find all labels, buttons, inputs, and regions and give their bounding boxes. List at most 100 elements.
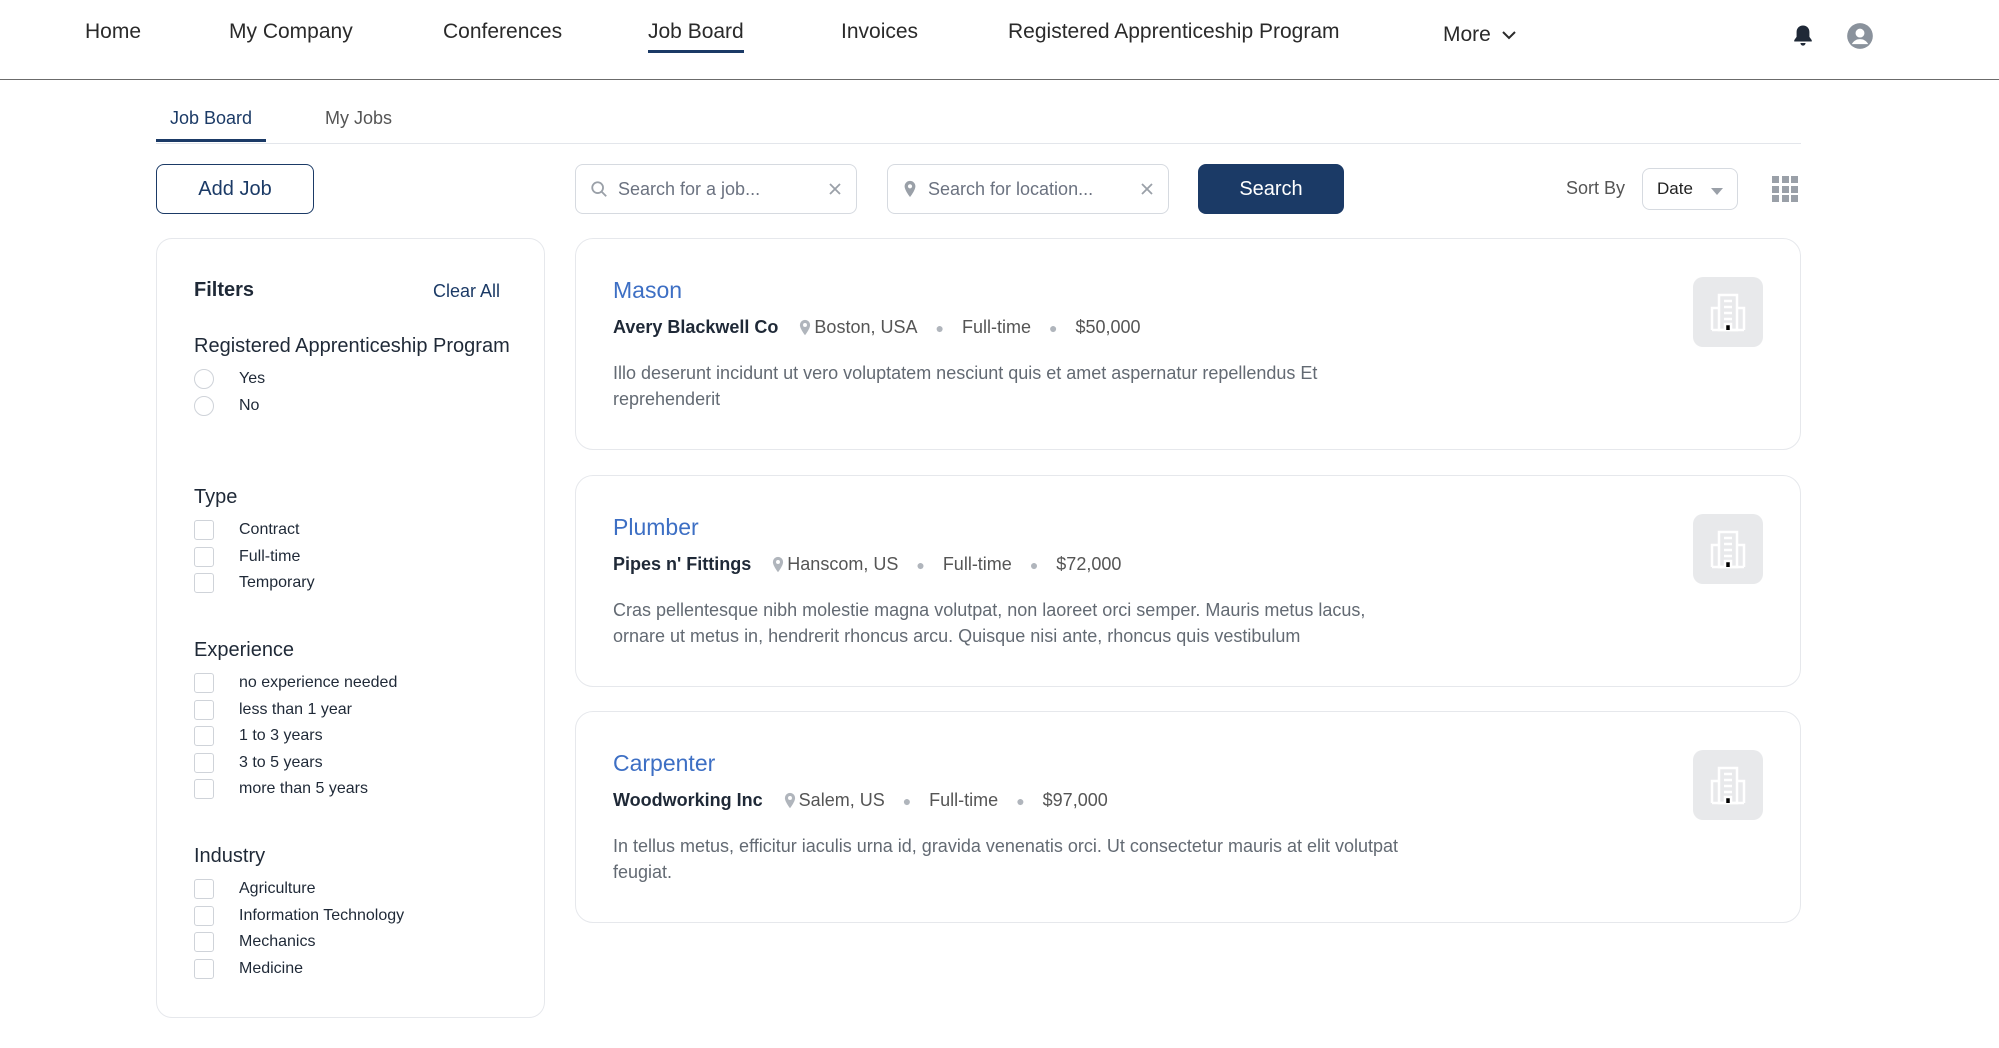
job-meta: Woodworking Inc Salem, US ● Full-time ● … [613, 790, 1108, 811]
filter-group-title: Experience [194, 639, 295, 661]
separator-dot: ● [1016, 792, 1025, 809]
clear-x-icon[interactable] [1140, 182, 1154, 196]
search-icon [591, 181, 607, 197]
separator-dot: ● [1029, 556, 1039, 573]
add-job-button[interactable]: Add Job [156, 164, 314, 214]
job-search-placeholder: Search for a job... [618, 178, 761, 199]
checkbox[interactable] [194, 958, 214, 979]
job-type: Full-time [929, 790, 999, 810]
building-icon [1710, 766, 1746, 805]
nav-more-menu[interactable]: More [1443, 23, 1517, 47]
user-avatar-icon[interactable] [1846, 22, 1874, 50]
radio-button[interactable] [194, 395, 214, 416]
nav-more-label: More [1443, 23, 1491, 46]
bell-icon[interactable] [1789, 22, 1817, 50]
company-name: Avery Blackwell Co [613, 317, 779, 337]
search-button[interactable]: Search [1198, 164, 1344, 214]
location-text: Salem, US [798, 790, 885, 810]
location-search-input[interactable]: Search for location... [887, 164, 1169, 214]
filter-option-mechanics[interactable]: Mechanics [194, 929, 514, 956]
filter-option-yes[interactable]: Yes [194, 366, 514, 393]
checkbox[interactable] [194, 879, 214, 900]
separator-dot: ● [902, 792, 912, 809]
separator-dot: ● [916, 556, 925, 573]
filter-option-agriculture[interactable]: Agriculture [194, 876, 514, 903]
job-description: Cras pellentesque nibh molestie magna vo… [613, 600, 1366, 646]
filter-option-medicine[interactable]: Medicine [194, 956, 514, 983]
checkbox[interactable] [194, 673, 214, 694]
option-label: Mechanics [239, 933, 316, 951]
job-type: Full-time [942, 554, 1012, 574]
option-label: no experience needed [239, 674, 398, 692]
separator-dot: ● [1048, 319, 1058, 336]
checkbox[interactable] [194, 932, 214, 953]
tab-my-jobs[interactable]: My Jobs [311, 108, 406, 142]
job-card[interactable]: Carpenter Woodworking Inc Salem, US ● Fu… [575, 711, 1801, 923]
job-description: In tellus metus, efficitur iaculis urna … [613, 836, 1399, 882]
option-label: Agriculture [239, 880, 316, 898]
location-text: Boston, USA [814, 317, 918, 337]
checkbox[interactable] [194, 752, 214, 773]
filter-option-1-to-3-years[interactable]: 1 to 3 years [194, 723, 514, 750]
option-label: 1 to 3 years [239, 727, 323, 745]
location-pin-icon [800, 319, 811, 336]
job-title-link[interactable]: Plumber [613, 514, 699, 541]
company-name: Pipes n' Fittings [613, 554, 752, 574]
checkbox[interactable] [194, 905, 214, 926]
filter-option-full-time[interactable]: Full-time [194, 544, 514, 571]
company-logo [1693, 750, 1763, 820]
option-label: less than 1 year [239, 700, 352, 718]
nav-item-registered-apprenticeship-program[interactable]: Registered Apprenticeship Program [1008, 20, 1340, 44]
sort-select[interactable]: Date [1642, 168, 1738, 210]
nav-item-home[interactable]: Home [85, 20, 141, 44]
clear-x-icon[interactable] [828, 182, 842, 196]
job-title-link[interactable]: Carpenter [613, 750, 715, 777]
checkbox[interactable] [194, 779, 214, 800]
location-text: Hanscom, US [787, 554, 899, 574]
nav-item-job-board[interactable]: Job Board [648, 20, 744, 53]
filter-option-contract[interactable]: Contract [194, 517, 514, 544]
checkbox[interactable] [194, 573, 214, 594]
filters-panel: Filters Clear All Registered Apprentices… [156, 238, 545, 1018]
grid-view-icon[interactable] [1772, 176, 1798, 202]
option-label: No [239, 396, 260, 414]
filter-option-no-experience[interactable]: no experience needed [194, 670, 514, 697]
filter-option-more-than-5-years[interactable]: more than 5 years [194, 776, 514, 803]
checkbox[interactable] [194, 520, 214, 541]
location-search-placeholder: Search for location... [928, 178, 1094, 199]
filter-group-apprenticeship: Registered Apprenticeship Program Yes No [194, 333, 514, 419]
top-navigation: Home My Company Conferences Job Board In… [0, 0, 1999, 80]
job-salary: $72,000 [1056, 554, 1122, 574]
filter-group-title: Type [194, 486, 238, 508]
radio-button[interactable] [194, 369, 214, 390]
nav-item-conferences[interactable]: Conferences [443, 20, 562, 44]
option-label: Temporary [239, 574, 315, 592]
chevron-down-icon [1502, 31, 1516, 40]
checkbox[interactable] [194, 726, 214, 747]
clear-all-link[interactable]: Clear All [433, 281, 500, 302]
job-location: Salem, US [783, 790, 885, 811]
nav-item-my-company[interactable]: My Company [229, 20, 353, 44]
filter-option-3-to-5-years[interactable]: 3 to 5 years [194, 750, 514, 777]
filter-option-less-than-1-year[interactable]: less than 1 year [194, 697, 514, 724]
nav-item-invoices[interactable]: Invoices [841, 20, 918, 44]
option-label: Full-time [239, 547, 301, 565]
checkbox[interactable] [194, 546, 214, 567]
job-meta: Avery Blackwell Co Boston, USA ● Full-ti… [613, 317, 1141, 338]
tab-job-board[interactable]: Job Board [156, 108, 267, 142]
filter-option-information-technology[interactable]: Information Technology [194, 903, 514, 930]
job-search-input[interactable]: Search for a job... [575, 164, 857, 214]
job-card[interactable]: Mason Avery Blackwell Co Boston, USA ● F… [575, 238, 1801, 450]
job-salary: $97,000 [1042, 790, 1108, 810]
caret-down-icon [1711, 187, 1723, 195]
job-title-link[interactable]: Mason [613, 277, 682, 304]
filter-option-no[interactable]: No [194, 393, 514, 420]
job-card[interactable]: Plumber Pipes n' Fittings Hanscom, US ● … [575, 475, 1801, 687]
job-salary: $50,000 [1075, 317, 1141, 337]
filter-group-experience: Experience no experience needed less tha… [194, 637, 514, 803]
filter-option-temporary[interactable]: Temporary [194, 570, 514, 597]
filter-group-title: Industry [194, 845, 266, 867]
option-label: Contract [239, 521, 300, 539]
company-logo [1693, 277, 1763, 347]
checkbox[interactable] [194, 699, 214, 720]
